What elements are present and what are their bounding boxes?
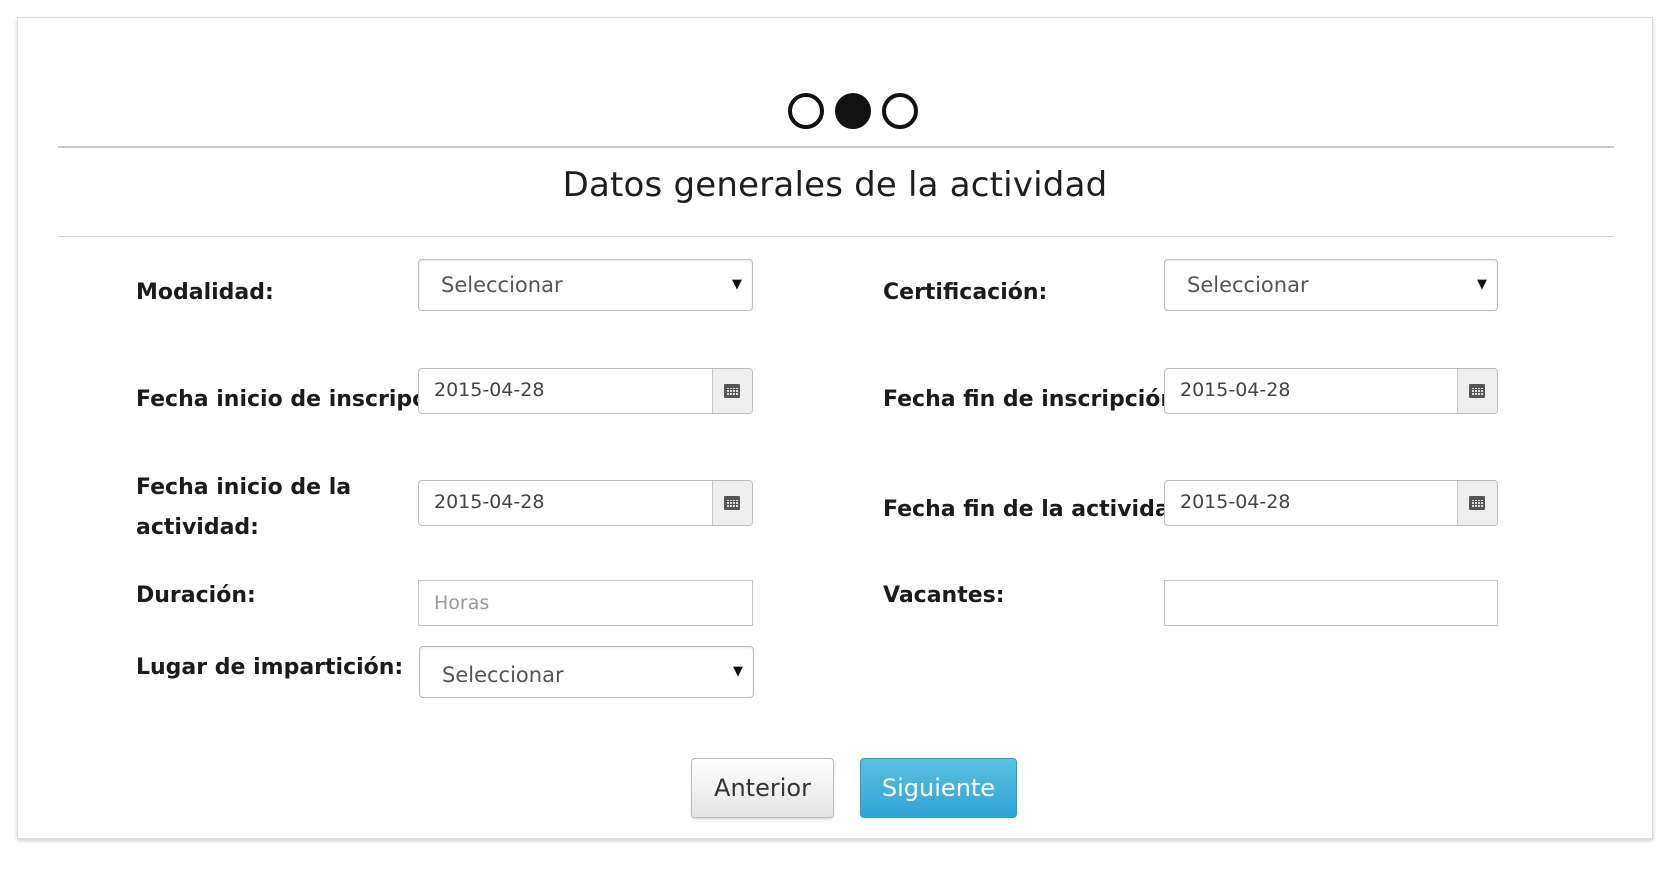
duracion-label: Duración: bbox=[136, 583, 256, 608]
calendar-button[interactable] bbox=[1457, 369, 1497, 413]
fecha-fin-inscripcion-field[interactable]: 2015-04-28 bbox=[1164, 368, 1498, 414]
vacantes-input[interactable] bbox=[1165, 581, 1497, 625]
duracion-input[interactable] bbox=[419, 581, 752, 625]
next-button[interactable]: Siguiente bbox=[860, 758, 1017, 818]
fecha-inicio-actividad-label-line2: actividad: bbox=[136, 515, 259, 540]
fecha-fin-inscripcion-label: Fecha fin de inscripción: bbox=[883, 387, 1185, 412]
calendar-button[interactable] bbox=[712, 369, 752, 413]
vacantes-label: Vacantes: bbox=[883, 583, 1005, 608]
certificacion-selected-value: Seleccionar bbox=[1187, 273, 1309, 297]
lugar-selected-value: Seleccionar bbox=[442, 663, 564, 687]
fecha-inicio-actividad-field[interactable]: 2015-04-28 bbox=[418, 480, 753, 526]
calendar-icon bbox=[1469, 384, 1485, 398]
calendar-button[interactable] bbox=[712, 481, 752, 525]
fecha-fin-inscripcion-value: 2015-04-28 bbox=[1180, 379, 1291, 401]
section-title: Datos generales de la actividad bbox=[562, 165, 1108, 205]
previous-button[interactable]: Anterior bbox=[691, 758, 834, 818]
fecha-fin-actividad-label: Fecha fin de la actividad: bbox=[883, 497, 1195, 522]
calendar-icon bbox=[724, 496, 740, 510]
calendar-button[interactable] bbox=[1457, 481, 1497, 525]
vacantes-input-wrapper bbox=[1164, 580, 1498, 626]
step-indicator bbox=[18, 93, 1652, 129]
certificacion-label: Certificación: bbox=[883, 280, 1048, 305]
step-1-dot[interactable] bbox=[788, 93, 824, 129]
fecha-inicio-inscripcion-field[interactable]: 2015-04-28 bbox=[418, 368, 753, 414]
modalidad-select[interactable]: Seleccionar ▼ bbox=[418, 259, 753, 311]
modalidad-label: Modalidad: bbox=[136, 280, 274, 305]
step-3-dot[interactable] bbox=[882, 93, 918, 129]
fecha-inicio-actividad-label-line1: Fecha inicio de la bbox=[136, 475, 352, 500]
lugar-label: Lugar de impartición: bbox=[136, 655, 404, 680]
fecha-fin-actividad-value: 2015-04-28 bbox=[1180, 491, 1291, 513]
lugar-select[interactable]: Seleccionar ▼ bbox=[419, 646, 754, 698]
wizard-card: Datos generales de la actividad Modalida… bbox=[17, 17, 1653, 839]
fecha-fin-actividad-field[interactable]: 2015-04-28 bbox=[1164, 480, 1498, 526]
calendar-icon bbox=[724, 384, 740, 398]
certificacion-select[interactable]: Seleccionar ▼ bbox=[1164, 259, 1498, 311]
modalidad-selected-value: Seleccionar bbox=[441, 273, 563, 297]
caret-down-icon: ▼ bbox=[733, 664, 743, 679]
fecha-inicio-inscripcion-value: 2015-04-28 bbox=[434, 379, 545, 401]
step-2-dot-active[interactable] bbox=[835, 93, 871, 129]
fecha-inicio-actividad-value: 2015-04-28 bbox=[434, 491, 545, 513]
caret-down-icon: ▼ bbox=[1477, 277, 1487, 292]
divider-top bbox=[58, 146, 1614, 148]
calendar-icon bbox=[1469, 496, 1485, 510]
divider-bottom bbox=[58, 236, 1614, 237]
duracion-input-wrapper bbox=[418, 580, 753, 626]
caret-down-icon: ▼ bbox=[732, 277, 742, 292]
